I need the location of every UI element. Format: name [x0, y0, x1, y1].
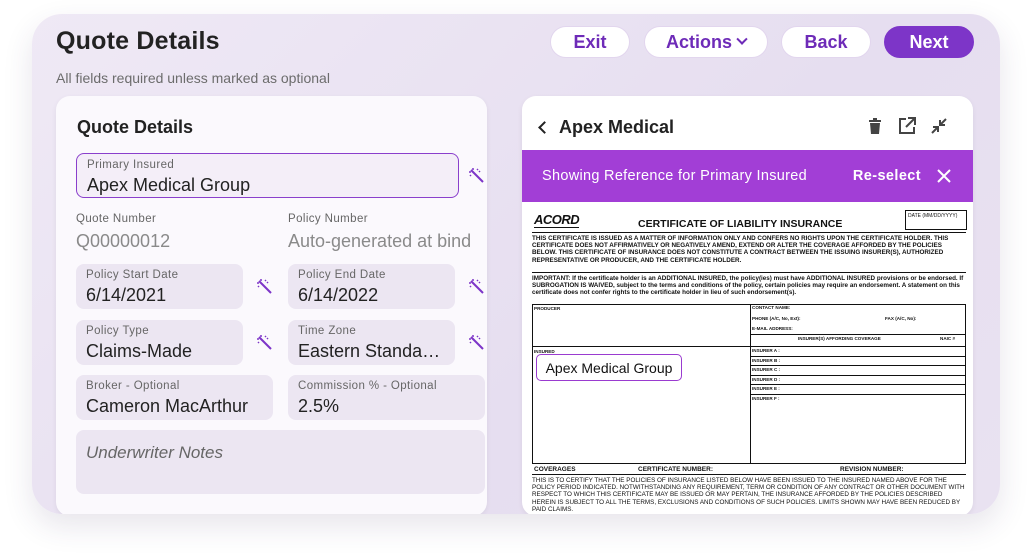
reference-toolbar [865, 116, 949, 136]
reference-panel: Apex Medical Showing Reference for Prima… [522, 96, 973, 514]
cert-number-label: CERTIFICATE NUMBER: [638, 466, 713, 473]
magic-wand-icon[interactable] [467, 333, 487, 353]
coverages-label: COVERAGES [534, 466, 576, 473]
field-value: Q00000012 [76, 231, 171, 251]
insurer-row-line [750, 393, 966, 395]
time-zone-field[interactable]: Time Zone Eastern Standard Time [288, 320, 455, 365]
field-label: Time Zone [298, 325, 357, 337]
magic-wand-icon[interactable] [255, 277, 275, 297]
important-text: IMPORTANT: If the certificate holder is … [532, 272, 966, 297]
insurers-affording-label: INSURER(S) AFFORDING COVERAGE [798, 336, 881, 341]
divider [532, 346, 750, 347]
phone-label: PHONE (A/C, No, Ext): [752, 316, 801, 321]
underwriter-notes-input[interactable]: Underwriter Notes [76, 430, 485, 494]
field-label: Commission % - Optional [298, 380, 437, 392]
insurer-row-label: INSURER E : [752, 386, 780, 391]
divider [750, 334, 966, 335]
field-value: Auto-generated at bind [288, 231, 472, 251]
policy-type-field[interactable]: Policy Type Claims-Made [76, 320, 243, 365]
insurer-row-line [750, 355, 966, 357]
certificate-title: CERTIFICATE OF LIABILITY INSURANCE [638, 218, 843, 230]
back-button[interactable]: Back [781, 26, 871, 58]
exit-label: Exit [573, 31, 607, 52]
insured-name: Apex Medical Group [545, 359, 673, 376]
producer-label: PRODUCER [534, 306, 561, 311]
chevron-down-icon [736, 33, 748, 45]
acord-logo-text: ACORD [534, 212, 580, 228]
quote-form-panel: Quote Details Primary Insured Apex Medic… [56, 96, 487, 514]
acord-certificate-document: ACORD CERTIFICATE OF LIABILITY INSURANCE… [530, 208, 968, 514]
field-value: Cameron MacArthur [86, 396, 249, 416]
insurer-row-label: INSURER C : [752, 367, 781, 372]
revision-number-label: REVISION NUMBER: [840, 466, 904, 473]
coverage-text: THIS IS TO CERTIFY THAT THE POLICIES OF … [532, 474, 966, 513]
field-label: Policy Start Date [86, 269, 179, 281]
commission-field[interactable]: Commission % - Optional 2.5% [288, 375, 485, 420]
actions-dropdown-button[interactable]: Actions [644, 26, 768, 58]
next-button[interactable]: Next [884, 26, 974, 58]
broker-field[interactable]: Broker - Optional Cameron MacArthur [76, 375, 273, 420]
form-title: Quote Details [77, 117, 194, 137]
field-value: Eastern Standard Time [298, 341, 445, 361]
insurer-row-line [750, 374, 966, 376]
field-label: Policy Type [86, 325, 149, 337]
acord-logo: ACORD [534, 212, 580, 228]
date-label: DATE (MM/DD/YYYY) [908, 213, 958, 219]
notes-placeholder: Underwriter Notes [86, 443, 223, 462]
next-label: Next [909, 31, 949, 52]
field-label: Policy Number [288, 213, 368, 225]
primary-insured-field[interactable]: Primary Insured Apex Medical Group [76, 153, 459, 198]
field-label: Broker - Optional [86, 380, 180, 392]
quote-number-field: Quote Number Q00000012 [76, 213, 266, 252]
insured-name-highlight[interactable]: Apex Medical Group [536, 354, 682, 381]
field-value: 6/14/2022 [298, 285, 379, 305]
policy-start-date-field[interactable]: Policy Start Date 6/14/2021 [76, 264, 243, 309]
policy-end-date-field[interactable]: Policy End Date 6/14/2022 [288, 264, 455, 309]
field-label: Quote Number [76, 213, 157, 225]
chevron-left-icon[interactable] [538, 121, 551, 134]
field-label: Primary Insured [87, 159, 175, 171]
page-title: Quote Details [56, 27, 220, 55]
naic-label: NAIC # [940, 336, 956, 341]
insurer-row-label: INSURER B : [752, 357, 781, 363]
magic-wand-icon[interactable] [467, 166, 487, 186]
insurer-row-label: INSURER F : [752, 395, 780, 401]
page-subtitle: All fields required unless marked as opt… [56, 70, 330, 86]
collapse-icon[interactable] [929, 116, 949, 136]
insurer-row-line [750, 384, 966, 385]
trash-icon[interactable] [865, 116, 885, 136]
reference-header: Apex Medical [538, 117, 675, 138]
insurer-row-line [750, 365, 966, 366]
email-label: E-MAIL ADDRESS: [752, 326, 793, 331]
policy-number-field: Policy Number Auto-generated at bind [288, 213, 478, 252]
insurer-row-label: INSURER A : [752, 348, 780, 353]
banner-message: Showing Reference for Primary Insured [542, 168, 807, 184]
field-label: Policy End Date [298, 269, 386, 281]
reselect-button[interactable]: Re-select [853, 168, 921, 184]
fax-label: FAX (A/C, No): [885, 316, 917, 321]
reference-banner: Showing Reference for Primary Insured Re… [522, 150, 973, 202]
open-external-icon[interactable] [897, 116, 917, 136]
field-value: 2.5% [298, 396, 340, 416]
app-frame: Quote Details All fields required unless… [32, 14, 1000, 514]
magic-wand-icon[interactable] [467, 277, 487, 297]
contact-label: CONTACT NAME: [752, 305, 791, 310]
insurer-row-label: INSURER D : [752, 376, 781, 382]
reference-title: Apex Medical [559, 117, 675, 137]
magic-wand-icon[interactable] [255, 333, 275, 353]
back-label: Back [804, 31, 848, 52]
field-value: Claims-Made [86, 341, 193, 361]
actions-label: Actions [665, 31, 732, 52]
field-value: 6/14/2021 [86, 285, 167, 305]
disclaimer-text: THIS CERTIFICATE IS ISSUED AS A MATTER O… [532, 232, 966, 264]
close-icon[interactable] [935, 167, 953, 185]
date-box: DATE (MM/DD/YYYY) [905, 210, 967, 230]
field-value: Apex Medical Group [87, 175, 251, 195]
exit-button[interactable]: Exit [550, 26, 630, 58]
insurer-row-line [750, 346, 966, 347]
